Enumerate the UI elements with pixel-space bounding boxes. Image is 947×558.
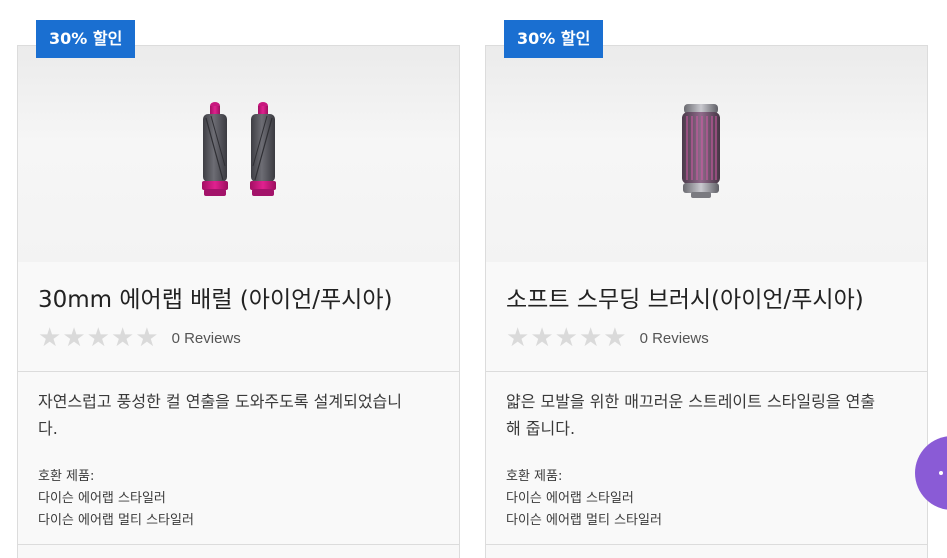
star-icon: ★ [38, 323, 62, 353]
star-rating: ★ ★ ★ ★ ★ [38, 324, 159, 352]
compatibility-label: 호환 제품: [38, 469, 95, 484]
product-card[interactable]: 소프트 스무딩 브러시(아이언/푸시아) ★ ★ ★ ★ ★ 0 Reviews… [485, 45, 928, 558]
star-icon: ★ [603, 323, 627, 353]
compatibility-list: 호환 제품: 다이슨 에어랩 스타일러 다이슨 에어랩 멀티 스타일러 [506, 466, 662, 532]
smoothing-brush-image [682, 104, 720, 198]
compatible-product: 다이슨 에어랩 스타일러 [506, 491, 634, 506]
product-image[interactable] [18, 46, 459, 262]
star-icon: ★ [135, 323, 159, 353]
compatible-product: 다이슨 에어랩 스타일러 [38, 491, 166, 506]
product-info: 30mm 에어랩 배럴 (아이언/푸시아) ★ ★ ★ ★ ★ 0 Review… [18, 262, 459, 371]
compatible-product: 다이슨 에어랩 멀티 스타일러 [506, 513, 662, 528]
star-icon: ★ [554, 323, 578, 353]
star-icon: ★ [110, 323, 135, 353]
star-rating: ★ ★ ★ ★ ★ [506, 324, 627, 352]
product-description: 자연스럽고 풍성한 컬 연출을 도와주도록 설계되었습니다. [38, 392, 402, 438]
review-count[interactable]: 0 Reviews [172, 330, 241, 347]
product-details: 얇은 모발을 위한 매끄러운 스트레이트 스타일링을 연출해 줍니다. 호환 제… [486, 372, 927, 544]
divider [486, 544, 927, 545]
chat-bubble-icon [939, 471, 943, 475]
curling-barrels-image [202, 102, 276, 196]
compatible-product: 다이슨 에어랩 멀티 스타일러 [38, 513, 194, 528]
product-details: 자연스럽고 풍성한 컬 연출을 도와주도록 설계되었습니다. 호환 제품: 다이… [18, 372, 459, 544]
star-icon: ★ [86, 323, 110, 353]
review-count[interactable]: 0 Reviews [640, 330, 709, 347]
compatibility-label: 호환 제품: [506, 469, 563, 484]
product-info: 소프트 스무딩 브러시(아이언/푸시아) ★ ★ ★ ★ ★ 0 Reviews [486, 262, 927, 371]
product-image[interactable] [486, 46, 927, 262]
discount-badge: 30% 할인 [36, 20, 136, 58]
product-title[interactable]: 30mm 에어랩 배럴 (아이언/푸시아) [38, 280, 392, 314]
rating-row: ★ ★ ★ ★ ★ 0 Reviews [506, 324, 709, 352]
product-description: 얇은 모발을 위한 매끄러운 스트레이트 스타일링을 연출해 줍니다. [506, 392, 876, 438]
star-icon: ★ [578, 323, 603, 353]
product-title[interactable]: 소프트 스무딩 브러시(아이언/푸시아) [506, 280, 864, 314]
product-card[interactable]: 30mm 에어랩 배럴 (아이언/푸시아) ★ ★ ★ ★ ★ 0 Review… [17, 45, 460, 558]
star-icon: ★ [530, 323, 554, 353]
divider [18, 544, 459, 545]
rating-row: ★ ★ ★ ★ ★ 0 Reviews [38, 324, 241, 352]
star-icon: ★ [62, 323, 86, 353]
compatibility-list: 호환 제품: 다이슨 에어랩 스타일러 다이슨 에어랩 멀티 스타일러 [38, 466, 194, 532]
star-icon: ★ [506, 323, 530, 353]
discount-badge: 30% 할인 [504, 20, 604, 58]
